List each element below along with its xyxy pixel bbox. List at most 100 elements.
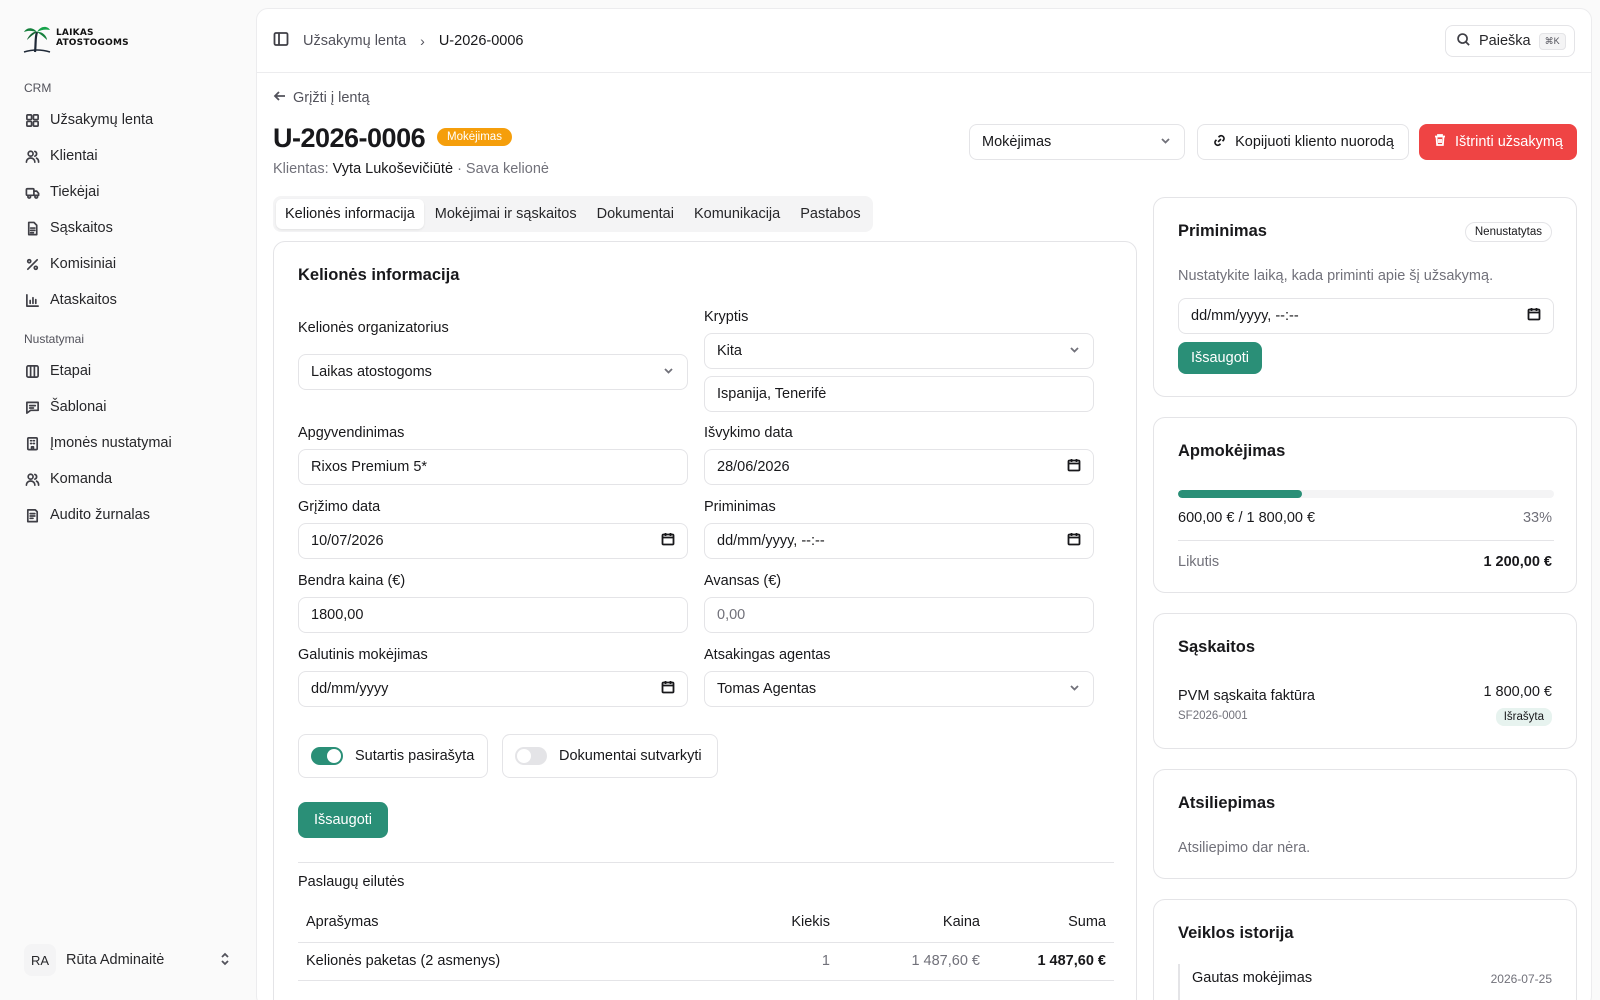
sidebar-item-templates[interactable]: Šablonai [14,390,242,424]
sidebar-item-orders-board[interactable]: Užsakymų lenta [14,103,242,137]
paid-amount: 600,00 € / 1 800,00 € [1178,510,1316,526]
row-quantity: 1 [738,942,838,981]
reminder-datetime-input[interactable]: dd/mm/yyyy, --:-- [704,523,1094,559]
page-title: U-2026-0006 [273,123,426,153]
divider [298,862,1114,863]
sidebar-item-label: Etapai [50,363,92,379]
sidebar-item-team[interactable]: Komanda [14,462,242,496]
logo[interactable]: LAIKAS ATOSTOGOMS [22,22,129,54]
table-row[interactable]: Kelionės paketas (2 asmenys) 1 1 487,60 … [298,942,1114,981]
direction-value: Kita [717,343,742,359]
direction-label: Kryptis [704,309,749,325]
back-to-board-link[interactable]: Grįžti į lentą [273,89,370,107]
chevron-down-icon [1159,134,1172,151]
direction-detail-value: Ispanija, Tenerifė [717,386,827,402]
sidebar-item-label: Įmonės nustatymai [50,435,172,451]
chevron-down-icon [662,364,675,381]
sidebar-item-company-settings[interactable]: Įmonės nustatymai [14,426,242,460]
users-icon [24,471,40,487]
card-title: Sąskaitos [1178,638,1256,656]
sidebar-item-label: Šablonai [50,399,107,415]
contract-label: Sutartis pasirašyta [355,748,475,764]
sidebar-item-invoices[interactable]: Sąskaitos [14,211,242,245]
calendar-icon[interactable] [661,680,675,698]
reminder-hint: Nustatykite laiką, kada priminti apie šį… [1178,268,1494,284]
trash-icon [1433,133,1447,151]
tab-documents[interactable]: Dokumentai [588,199,683,229]
final-payment-value: dd/mm/yyyy [311,681,389,697]
reminder-label: Priminimas [704,499,776,515]
final-payment-date-input[interactable]: dd/mm/yyyy [298,671,688,707]
activity-card: Veiklos istorija Gautas mokėjimas 2026-0… [1153,899,1577,1000]
breadcrumb-parent[interactable]: Užsakymų lenta [303,33,406,49]
stage-select[interactable]: Mokėjimas [969,124,1185,160]
col-sum: Suma [988,902,1114,943]
sidebar-item-commissions[interactable]: Komisiniai [14,247,242,281]
calendar-icon[interactable] [1527,307,1541,325]
col-description: Aprašymas [298,902,738,943]
search-button[interactable]: Paieška ⌘K [1445,25,1575,57]
columns-icon [24,363,40,379]
return-label: Grįžimo data [298,499,381,515]
sidebar: LAIKAS ATOSTOGOMS CRM Užsakymų lenta Kli… [0,0,255,1000]
stage-badge: Mokėjimas [437,128,512,146]
deposit-placeholder: 0,00 [717,607,746,623]
sidebar-item-clients[interactable]: Klientai [14,139,242,173]
col-quantity: Kiekis [738,902,838,943]
contract-switch[interactable] [311,747,343,765]
copy-button-label: Kopijuoti kliento nuorodą [1235,134,1394,150]
documents-switch[interactable] [515,747,547,765]
invoice-name[interactable]: PVM sąskaita faktūra [1178,688,1315,704]
tab-notes[interactable]: Pastabos [791,199,869,229]
direction-detail-input[interactable]: Ispanija, Tenerifė [704,376,1094,412]
sidebar-item-stages[interactable]: Etapai [14,354,242,388]
payment-progress-bar [1178,490,1554,498]
tab-trip-info[interactable]: Kelionės informacija [276,199,424,229]
accommodation-input[interactable]: Rixos Premium 5* [298,449,688,485]
client-name[interactable]: Vyta Lukoševičiūtė [333,161,453,177]
organizer-value: Laikas atostogoms [311,364,432,380]
reminder-save-button[interactable]: Išsaugoti [1178,342,1262,374]
card-title: Atsiliepimas [1178,794,1276,812]
deposit-label: Avansas (€) [704,573,782,589]
calendar-icon[interactable] [661,532,675,550]
departure-date-input[interactable]: 28/06/2026 [704,449,1094,485]
total-price-input[interactable]: 1800,00 [298,597,688,633]
calendar-icon[interactable] [1067,532,1081,550]
sidebar-toggle-icon[interactable] [273,31,289,50]
save-button[interactable]: Išsaugoti [298,802,388,838]
invoices-card: Sąskaitos PVM sąskaita faktūra SF2026-00… [1153,613,1577,749]
calendar-icon[interactable] [1067,458,1081,476]
grid-icon [24,112,40,128]
reminder-value: dd/mm/yyyy, --:-- [717,533,825,549]
accommodation-label: Apgyvendinimas [298,425,405,441]
sidebar-item-label: Klientai [50,148,98,164]
reminder-card-datetime-input[interactable]: dd/mm/yyyy, --:-- [1178,298,1554,334]
contract-signed-toggle[interactable]: Sutartis pasirašyta [298,734,488,778]
user-menu[interactable]: RA Rūta Adminaitė [14,940,242,980]
sidebar-item-audit-log[interactable]: Audito žurnalas [14,498,242,532]
return-date-input[interactable]: 10/07/2026 [298,523,688,559]
sidebar-item-label: Užsakymų lenta [50,112,154,128]
copy-client-link-button[interactable]: Kopijuoti kliento nuorodą [1197,124,1409,160]
link-icon [1212,133,1227,152]
activity-item-label: Gautas mokėjimas [1192,970,1313,986]
delete-order-button[interactable]: Ištrinti užsakymą [1419,124,1577,160]
tab-payments-invoices[interactable]: Mokėjimai ir sąskaitos [426,199,586,229]
tab-communication[interactable]: Komunikacija [685,199,789,229]
row-description: Kelionės paketas (2 asmenys) [298,942,738,981]
total-price-value: 1800,00 [311,607,364,623]
paid-percent: 33% [1522,510,1552,526]
feedback-empty: Atsiliepimo dar nėra. [1178,840,1311,856]
agent-select[interactable]: Tomas Agentas [704,671,1094,707]
main-panel: Užsakymų lenta › U-2026-0006 Paieška ⌘K … [256,8,1592,1000]
direction-select[interactable]: Kita [704,333,1094,369]
payment-progress-fill [1178,490,1303,498]
deposit-input[interactable]: 0,00 [704,597,1094,633]
organizer-select[interactable]: Laikas atostogoms [298,354,688,390]
avatar: RA [24,944,56,976]
sidebar-item-reports[interactable]: Ataskaitos [14,283,242,317]
documents-ready-toggle[interactable]: Dokumentai sutvarkyti [502,734,718,778]
breadcrumb-current: U-2026-0006 [438,32,524,49]
sidebar-item-suppliers[interactable]: Tiekėjai [14,175,242,209]
